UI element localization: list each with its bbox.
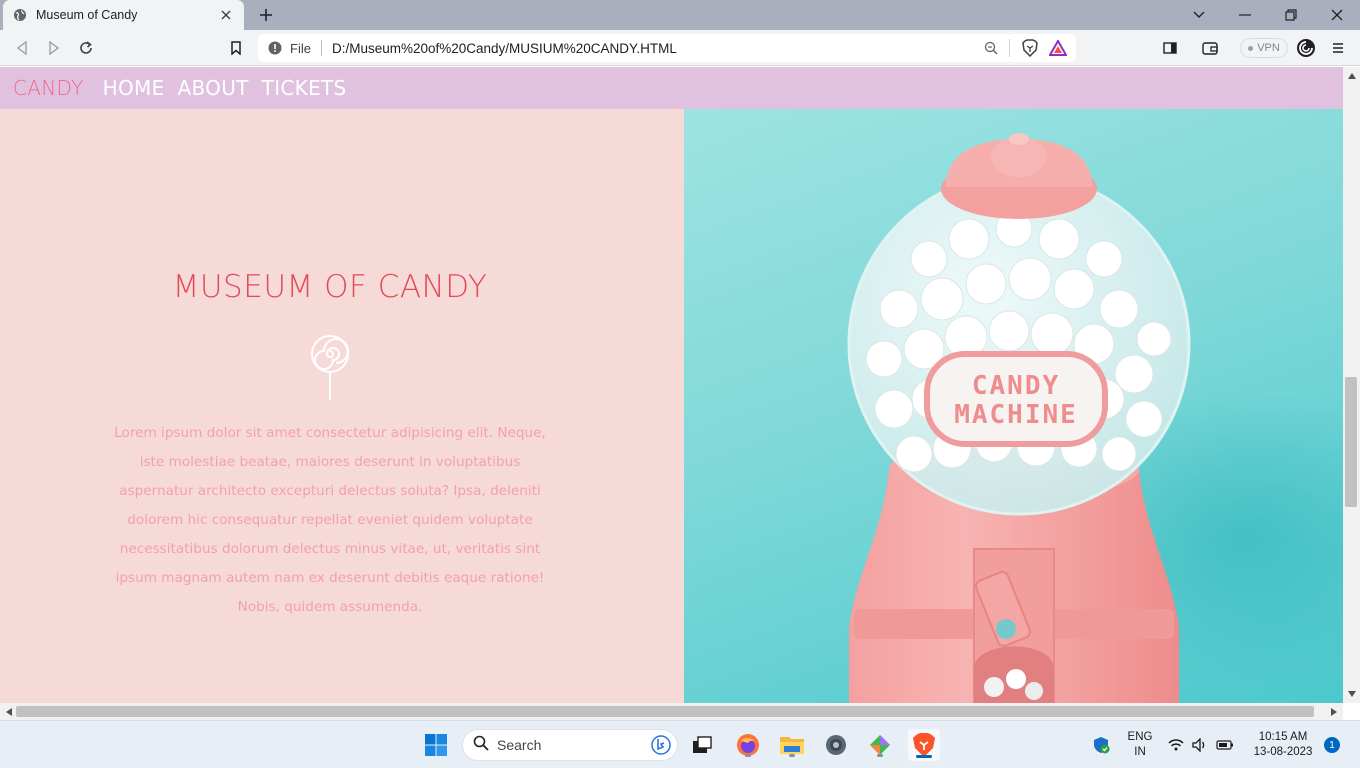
volume-icon[interactable]: [1190, 729, 1210, 761]
divider: [1009, 39, 1010, 57]
forward-icon[interactable]: [44, 38, 64, 58]
nav-tickets[interactable]: TICKETS: [262, 76, 347, 100]
machine-label-line2: MACHINE: [954, 400, 1078, 430]
task-view-icon[interactable]: [686, 729, 718, 761]
url-text[interactable]: D:/Museum%20of%20Candy/MUSIUM%20CANDY.HT…: [332, 41, 981, 56]
settings-icon[interactable]: [820, 729, 852, 761]
notification-badge[interactable]: 1: [1324, 737, 1340, 753]
app-icon[interactable]: [864, 729, 896, 761]
language-line1: ENG: [1127, 731, 1153, 743]
back-icon[interactable]: [12, 38, 32, 58]
close-tab-icon[interactable]: [218, 7, 234, 23]
search-icon: [473, 735, 489, 755]
vpn-label: VPN: [1257, 42, 1280, 54]
brave-shields-icon[interactable]: [1020, 38, 1040, 58]
candy-machine-image: CANDY MACHINE: [684, 109, 1343, 703]
running-indicator: [789, 754, 795, 757]
tab-title: Museum of Candy: [36, 8, 138, 22]
tab-search-chevron-icon[interactable]: [1189, 5, 1209, 25]
clock[interactable]: 10:15 AM 13-08-2023: [1248, 730, 1318, 760]
browser-toolbar: File D:/Museum%20of%20Candy/MUSIUM%20CAN…: [0, 30, 1360, 66]
brave-browser-icon[interactable]: [908, 729, 940, 761]
scroll-right-icon[interactable]: [1327, 705, 1341, 719]
site-navbar: CANDY HOME ABOUT TICKETS: [0, 67, 1343, 109]
reload-icon[interactable]: [76, 38, 96, 58]
info-icon[interactable]: [268, 41, 282, 55]
hero-title: MUSEUM OF CANDY: [172, 269, 488, 305]
globe-icon: [13, 8, 27, 22]
nav-brand[interactable]: CANDY: [13, 76, 84, 100]
battery-icon[interactable]: [1214, 729, 1236, 761]
hero-description: Lorem ipsum dolor sit amet consectetur a…: [114, 425, 546, 615]
language-line2: IN: [1134, 746, 1146, 758]
bing-icon: [651, 735, 671, 755]
scroll-down-icon[interactable]: [1345, 687, 1359, 701]
brave-rewards-icon[interactable]: [1048, 38, 1068, 58]
close-window-button[interactable]: [1327, 5, 1347, 25]
horizontal-scrollbar[interactable]: [0, 703, 1343, 720]
sidebar-icon[interactable]: [1160, 38, 1180, 58]
lollipop-icon: [311, 335, 349, 400]
restore-button[interactable]: [1281, 5, 1301, 25]
clock-date: 13-08-2023: [1253, 746, 1313, 758]
minimize-button[interactable]: [1235, 5, 1255, 25]
wifi-icon[interactable]: [1166, 729, 1186, 761]
wallet-icon[interactable]: [1200, 38, 1220, 58]
clock-time: 10:15 AM: [1258, 731, 1308, 743]
running-indicator: [877, 754, 883, 757]
windows-taskbar: Search ENG IN 10:15 AM 13-08-2023 1: [0, 720, 1360, 768]
taskbar-search[interactable]: Search: [462, 729, 678, 761]
scheme-label: File: [290, 40, 311, 56]
start-icon[interactable]: [420, 729, 452, 761]
scroll-up-icon[interactable]: [1345, 69, 1359, 83]
firefox-icon[interactable]: [732, 729, 764, 761]
new-tab-button[interactable]: [256, 5, 276, 25]
search-label: Search: [497, 737, 542, 753]
file-explorer-icon[interactable]: [776, 729, 808, 761]
scroll-left-icon[interactable]: [2, 705, 16, 719]
vertical-scrollbar[interactable]: [1343, 67, 1360, 703]
vertical-scroll-thumb[interactable]: [1345, 377, 1357, 507]
machine-label-line1: CANDY: [972, 371, 1060, 401]
hero-text-panel: MUSEUM OF CANDY Lorem ipsum dolor sit am…: [0, 109, 684, 703]
browser-tab[interactable]: Museum of Candy: [3, 0, 244, 30]
security-icon[interactable]: [1088, 729, 1114, 761]
gumball-machine-illustration: CANDY MACHINE: [847, 133, 1343, 703]
vpn-status-dot: [1248, 45, 1254, 51]
zoom-icon[interactable]: [981, 38, 1001, 58]
tab-strip: Museum of Candy: [0, 0, 1360, 30]
divider: [320, 40, 322, 56]
bookmark-icon[interactable]: [226, 38, 246, 58]
leo-ai-icon[interactable]: [1296, 38, 1316, 58]
nav-home[interactable]: HOME: [103, 76, 165, 100]
horizontal-scroll-thumb[interactable]: [16, 706, 1314, 717]
address-bar[interactable]: File D:/Museum%20of%20Candy/MUSIUM%20CAN…: [258, 34, 1076, 62]
menu-icon[interactable]: [1328, 38, 1348, 58]
vpn-button[interactable]: VPN: [1240, 38, 1288, 58]
page-viewport: CANDY HOME ABOUT TICKETS MUSEUM OF CANDY…: [0, 67, 1343, 703]
nav-about[interactable]: ABOUT: [178, 76, 249, 100]
running-indicator: [745, 754, 751, 757]
active-indicator: [916, 755, 932, 758]
language-indicator[interactable]: ENG IN: [1124, 730, 1156, 760]
